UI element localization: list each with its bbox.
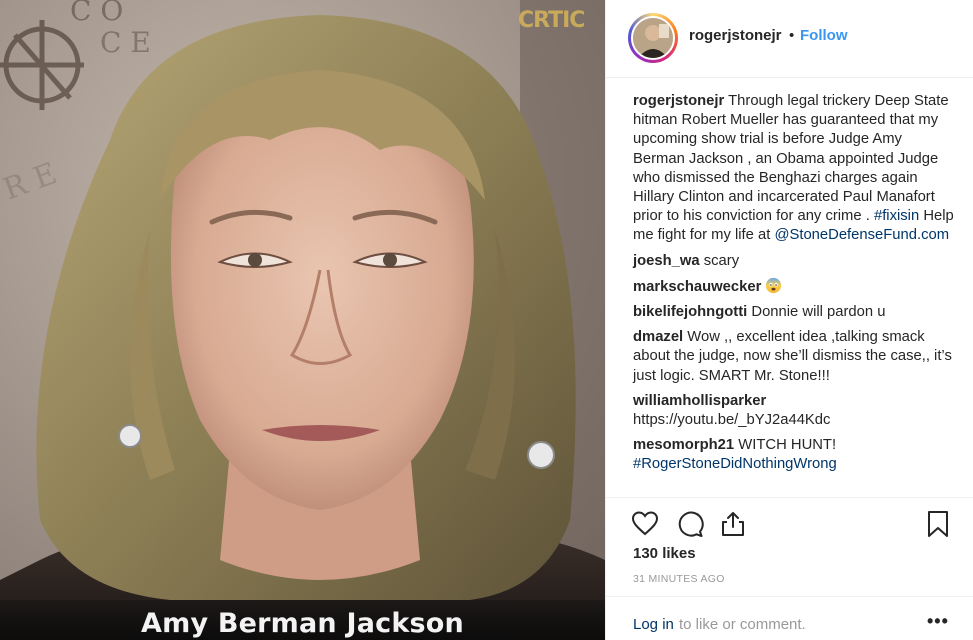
fearful-face-emoji-icon — [766, 277, 782, 293]
comment-text: Donnie will pardon u — [751, 304, 886, 321]
post-username[interactable]: rogerjstonejr — [689, 27, 782, 44]
comment-item: dmazel Wow ,, excellent idea ,talking sm… — [633, 328, 955, 386]
comments-list: rogerjstonejr Through legal trickery Dee… — [633, 92, 955, 481]
heart-icon[interactable] — [631, 510, 659, 538]
comment-username[interactable]: joesh_wa — [633, 253, 700, 269]
caption-username[interactable]: rogerjstonejr — [633, 93, 724, 109]
comment-item: markschauwecker — [633, 277, 955, 297]
comment-text: scary — [703, 252, 740, 269]
comment-item: bikelifejohngotti Donnie will pardon u — [633, 303, 955, 322]
story-ring[interactable] — [628, 13, 678, 63]
caption-hashtag[interactable]: #fixisin — [874, 208, 919, 224]
post-image[interactable]: C O C E R E CRTIC Amy Berman Jackson — [0, 0, 605, 640]
svg-text:C O: C O — [70, 0, 123, 27]
likes-count[interactable]: 130 likes — [633, 545, 696, 562]
post-caption: rogerjstonejr Through legal trickery Dee… — [633, 92, 955, 246]
caption-text: Through legal trickery Deep State hitman… — [633, 93, 949, 225]
login-prompt-text: to like or comment. — [679, 616, 806, 633]
post-sidebar: rogerjstonejr • Follow rogerjstonejr Thr… — [605, 0, 973, 640]
post-header: rogerjstonejr • Follow — [606, 0, 973, 78]
comment-text: WITCH HUNT! — [738, 437, 837, 454]
svg-text:C E: C E — [100, 26, 151, 59]
caption-mention[interactable]: @StoneDefenseFund.com — [774, 227, 949, 243]
comment-item: joesh_wa scary — [633, 252, 955, 271]
comment-username[interactable]: markschauwecker — [633, 279, 761, 295]
judge-portrait-image: C O C E R E — [0, 0, 605, 640]
comment-username[interactable]: williamhollisparker — [633, 393, 766, 409]
comment-hashtag[interactable]: #RogerStoneDidNothingWrong — [633, 456, 837, 472]
comment-link[interactable]: https://youtu.be/_bYJ2a44Kdc — [633, 412, 830, 428]
comment-item: williamhollisparker https://youtu.be/_bY… — [633, 392, 955, 430]
comment-username[interactable]: mesomorph21 — [633, 437, 734, 453]
watermark-logo: CRTIC — [518, 8, 585, 33]
avatar-image — [633, 18, 673, 58]
comment-icon[interactable] — [676, 510, 704, 538]
follow-button[interactable]: Follow — [800, 27, 848, 44]
comment-item: mesomorph21 WITCH HUNT! #RogerStoneDidNo… — [633, 436, 955, 474]
more-options-button[interactable]: ••• — [927, 611, 949, 632]
avatar[interactable] — [631, 16, 675, 60]
post-timestamp: 31 MINUTES AGO — [633, 573, 725, 585]
separator-dot: • — [789, 27, 795, 44]
comment-username[interactable]: dmazel — [633, 329, 683, 345]
image-caption: Amy Berman Jackson — [0, 600, 605, 640]
bookmark-icon[interactable] — [924, 510, 952, 538]
login-bar: Log in to like or comment. ••• — [606, 596, 973, 640]
comment-username[interactable]: bikelifejohngotti — [633, 304, 747, 320]
action-bar — [606, 497, 973, 549]
share-icon[interactable] — [719, 510, 747, 538]
login-link[interactable]: Log in — [633, 616, 674, 633]
